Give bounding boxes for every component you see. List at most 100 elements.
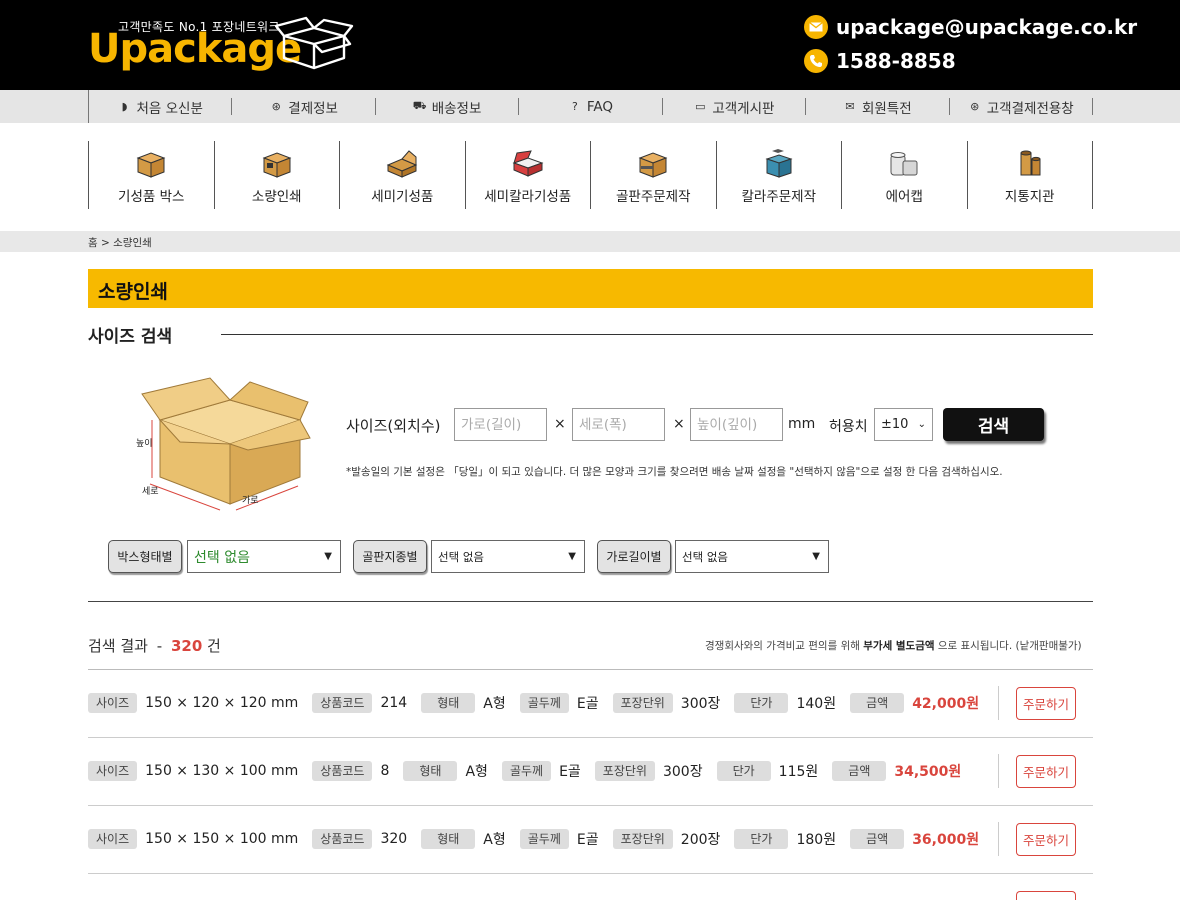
result-row: 사이즈 150 × 120 × 120 mm 상품코드 214 형태 A형 골두… — [88, 670, 1093, 738]
category-stock-box[interactable]: 기성품 박스 — [89, 141, 215, 209]
amount-value: 34,500원 — [894, 764, 962, 780]
color-box-icon — [512, 150, 544, 177]
category-label: 기성품 박스 — [118, 189, 185, 205]
category-label: 지통지관 — [1004, 189, 1055, 205]
topnav-label: 고객결제전용창 — [986, 100, 1074, 117]
tolerance-select[interactable]: ±10 ⌄ — [874, 408, 933, 441]
times-sign: × — [673, 416, 685, 432]
filter-value: 선택 없음 — [194, 549, 250, 566]
caret-down-icon: ▼ — [812, 551, 820, 562]
section-divider — [221, 334, 1093, 335]
topnav-label: 처음 오신분 — [136, 100, 203, 117]
breadcrumb[interactable]: 홈 > 소량인쇄 — [88, 235, 152, 250]
amount-value: 36,000원 — [912, 832, 980, 848]
times-sign: × — [554, 416, 566, 432]
result-note-bold: 부가세 별도금액 — [863, 640, 935, 652]
topnav-board[interactable]: ▭ 고객게시판 — [663, 98, 807, 117]
logo[interactable]: 고객만족도 No.1 포장네트워크 Upackage — [88, 14, 358, 74]
filter-length-button[interactable]: 가로길이별 — [597, 540, 671, 573]
caret-down-icon: ▼ — [568, 551, 576, 562]
page-title: 소량인쇄 — [98, 281, 168, 303]
order-button[interactable]: 주문하기 — [1016, 755, 1076, 788]
filter-length-select[interactable]: 선택 없음 ▼ — [675, 540, 829, 573]
topnav-shipping[interactable]: ⛟ 배송정보 — [376, 98, 520, 117]
height-input[interactable] — [690, 408, 783, 441]
category-color-order[interactable]: 칼라주문제작 — [717, 141, 842, 209]
thickness-tag: 골두께 — [519, 693, 569, 713]
won-icon: ⊛ — [970, 100, 980, 113]
category-semi-color[interactable]: 세미칼라기성품 — [466, 141, 591, 209]
topnav-label: 고객게시판 — [712, 100, 775, 117]
category-paper-tube[interactable]: 지통지관 — [968, 141, 1093, 209]
result-row-partial — [88, 874, 1093, 900]
filter-box-type-select[interactable]: 선택 없음 ▼ — [187, 540, 341, 573]
amount-tag: 금액 — [832, 761, 887, 781]
category-label: 세미기성품 — [371, 189, 434, 205]
topnav-faq[interactable]: ? FAQ — [519, 98, 663, 115]
truck-icon: ⛟ — [412, 99, 427, 112]
result-unit: 건 — [207, 637, 221, 655]
box-logo-icon — [274, 16, 354, 70]
topnav-benefits[interactable]: ✉ 회원특전 — [806, 98, 950, 117]
result-note-suffix: 으로 표시됩니다. (낱개판매불가) — [934, 640, 1082, 652]
width-input[interactable] — [454, 408, 547, 441]
page-title-bar: 소량인쇄 — [88, 269, 1093, 308]
thickness-value: E골 — [576, 832, 599, 848]
pack-unit-tag: 포장단위 — [612, 829, 673, 849]
filter-box-type-button[interactable]: 박스형태별 — [108, 540, 182, 573]
category-small-print[interactable]: 소량인쇄 — [215, 141, 340, 209]
tolerance-value: ±10 — [881, 417, 909, 432]
topnav-payment[interactable]: ⊛ 결제정보 — [232, 98, 376, 117]
tolerance-label: 허용치 — [829, 419, 868, 435]
search-notice: *발송일의 기본 설정은 「당일」이 되고 있습니다. 더 많은 모양과 크기를… — [346, 466, 1003, 478]
thickness-value: E골 — [559, 764, 581, 780]
row-separator — [998, 754, 999, 788]
won-icon: ⊛ — [271, 100, 281, 113]
contact-email[interactable]: upackage@upackage.co.kr — [804, 10, 1137, 44]
category-label: 칼라주문제작 — [741, 189, 817, 205]
amount-tag: 금액 — [850, 693, 905, 713]
illus-depth-label: 세로 — [142, 486, 159, 497]
filter-board-type-button[interactable]: 골판지종별 — [353, 540, 427, 573]
topnav-label: FAQ — [586, 98, 614, 115]
result-number: 320 — [170, 637, 203, 655]
thickness-tag: 골두께 — [501, 761, 552, 781]
order-button-partial[interactable] — [1016, 891, 1076, 900]
result-note-prefix: 경쟁회사와의 가격비교 편의를 위해 — [705, 640, 864, 652]
size-tag: 사이즈 — [88, 829, 138, 849]
order-button[interactable]: 주문하기 — [1016, 687, 1076, 720]
email-text: upackage@upackage.co.kr — [836, 15, 1138, 39]
size-label: 사이즈(외치수) — [346, 417, 441, 435]
size-value: 150 × 150 × 100 mm — [145, 831, 299, 847]
pack-unit-value: 300장 — [662, 764, 703, 780]
corrugated-icon — [638, 152, 668, 178]
category-label: 에어캡 — [885, 189, 923, 205]
box-dimension-illustration: 높이 세로 가로 — [136, 377, 311, 511]
filter-board-type-select[interactable]: 선택 없음 ▼ — [431, 540, 585, 573]
type-tag: 형태 — [421, 693, 476, 713]
contact-phone[interactable]: 1588-8858 — [804, 44, 956, 78]
category-air-cap[interactable]: 에어캡 — [842, 141, 968, 209]
amount-value: 42,000원 — [912, 696, 980, 712]
order-button[interactable]: 주문하기 — [1016, 823, 1076, 856]
topnav-label: 회원특전 — [861, 100, 912, 117]
category-navigation: 기성품 박스 소량인쇄 세미기성품 세미칼라기성품 골판주문제작 칼라주문제작 … — [88, 141, 1093, 209]
topnav-first-visit[interactable]: ◗ 처음 오신분 — [89, 98, 233, 117]
unit-price-tag: 단가 — [734, 693, 789, 713]
category-semi-stock[interactable]: 세미기성품 — [340, 141, 466, 209]
printed-box-icon — [262, 152, 292, 178]
pack-unit-tag: 포장단위 — [594, 761, 655, 781]
topnav-customer-payment[interactable]: ⊛ 고객결제전용창 — [950, 98, 1093, 117]
filter-value: 선택 없음 — [682, 549, 728, 564]
illus-height-label: 높이 — [136, 438, 153, 449]
depth-input[interactable] — [572, 408, 665, 441]
search-button[interactable]: 검색 — [943, 408, 1044, 441]
result-row: 사이즈 150 × 130 × 100 mm 상품코드 8 형태 A형 골두께 … — [88, 738, 1093, 806]
category-label: 소량인쇄 — [251, 189, 302, 205]
amount-tag: 금액 — [850, 829, 905, 849]
type-tag: 형태 — [421, 829, 476, 849]
filter-divider — [88, 601, 1093, 602]
category-corrugated-order[interactable]: 골판주문제작 — [591, 141, 717, 209]
unit-price-tag: 단가 — [734, 829, 789, 849]
row-separator — [998, 822, 999, 856]
